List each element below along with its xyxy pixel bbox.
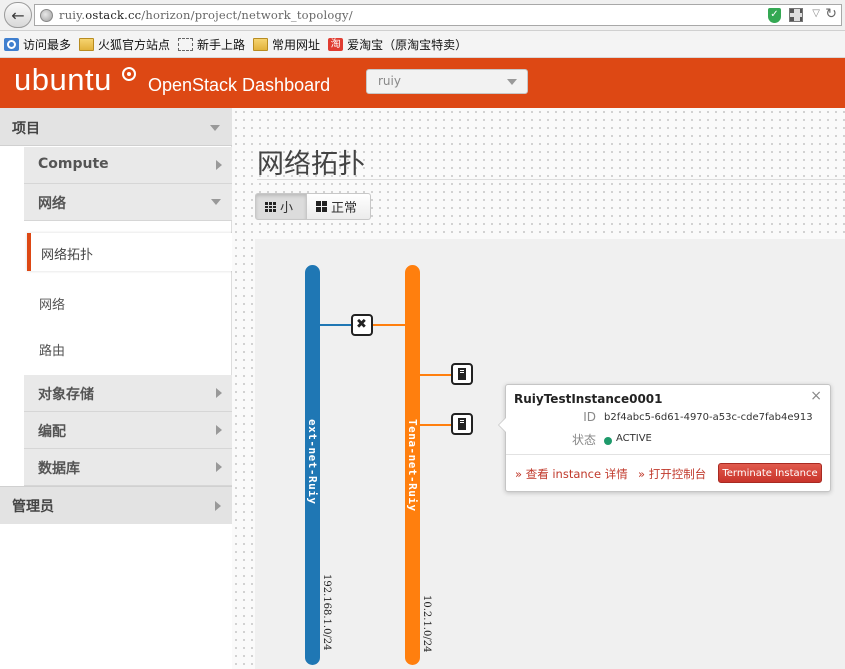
bookmark-taobao[interactable]: 淘 爱淘宝（原淘宝特卖）: [328, 36, 467, 53]
router-link-tenant: [373, 324, 406, 326]
close-icon[interactable]: ×: [810, 388, 822, 404]
taobao-icon: 淘: [328, 37, 344, 51]
server-icon[interactable]: [451, 363, 473, 385]
refresh-icon[interactable]: ↻: [825, 6, 837, 22]
network-cidr-tenant-net: 10.2.1.0/24: [421, 595, 432, 653]
sidebar-link-routers[interactable]: 路由: [39, 340, 65, 359]
page-icon: [178, 37, 194, 51]
chevron-right-icon: [216, 388, 222, 398]
server-icon[interactable]: [451, 413, 473, 435]
back-arrow-icon[interactable]: ←: [4, 2, 32, 28]
ubuntu-logo[interactable]: ubuntu: [14, 62, 112, 98]
app-title: OpenStack Dashboard: [148, 75, 331, 95]
circle-of-friends-icon: [122, 67, 136, 81]
title-divider: [257, 179, 845, 180]
bookmark-most-visited[interactable]: 访问最多: [4, 36, 71, 53]
main-content: 网络拓扑 小 正常 ext-net-Ruiy 192.168.1.0/24 Te…: [232, 108, 845, 669]
magnifier-icon: [4, 37, 19, 51]
sidebar-item-object-store[interactable]: 对象存储: [24, 375, 232, 412]
view-small-button[interactable]: 小: [255, 193, 307, 220]
router-icon[interactable]: ✖: [351, 314, 373, 336]
chevron-right-icon: [216, 425, 222, 435]
instance-link-1: [419, 374, 451, 376]
popup-divider: [506, 454, 830, 455]
status-label: 状态: [571, 433, 596, 447]
chevron-right-icon: [216, 160, 222, 170]
sidebar-panel-admin[interactable]: 管理员: [0, 486, 232, 524]
sidebar-link-networks[interactable]: 网络: [39, 294, 65, 313]
address-bar[interactable]: ruiy.ostack.cc/horizon/project/network_t…: [34, 4, 842, 26]
chevron-right-icon: [215, 501, 221, 511]
sidebar-panel-project[interactable]: 项目: [0, 108, 232, 146]
bookmarks-bar: 访问最多 火狐官方站点 新手上路 常用网址 淘 爱淘宝（原淘宝特卖）: [0, 31, 845, 58]
instance-id: b2f4abc5-6d61-4970-a53c-cde7fab4e913: [604, 412, 813, 423]
instance-detail-popup: RuiyTestInstance0001 × ID b2f4abc5-6d61-…: [498, 384, 831, 492]
view-size-toggle: 小 正常: [255, 193, 371, 220]
dropdown-arrow-icon[interactable]: ▽: [812, 8, 820, 19]
sidebar-item-database[interactable]: 数据库: [24, 449, 232, 486]
view-normal-button[interactable]: 正常: [307, 193, 371, 220]
bookmark-getting-started[interactable]: 新手上路: [178, 36, 245, 53]
instance-name: RuiyTestInstance0001: [514, 392, 663, 406]
terminate-instance-button[interactable]: Terminate Instance: [718, 463, 822, 483]
folder-icon: [79, 37, 95, 51]
qr-code-icon[interactable]: [789, 8, 803, 22]
instance-link-2: [419, 424, 451, 426]
chevron-down-icon: [211, 199, 221, 205]
status-value: ACTIVE: [616, 433, 652, 444]
sidebar-item-compute[interactable]: Compute: [24, 147, 232, 184]
id-label: ID: [583, 410, 596, 424]
network-name-ext-net: ext-net-Ruiy: [306, 419, 319, 505]
popup-pointer: [498, 417, 506, 433]
router-link-ext: [319, 324, 351, 326]
bookmark-firefox-site[interactable]: 火狐官方站点: [79, 36, 170, 53]
sidebar-item-orchestration[interactable]: 编配: [24, 412, 232, 449]
project-select[interactable]: ruiy: [366, 69, 528, 94]
network-name-tenant-net: Tena-net-Ruiy: [406, 419, 419, 512]
url-text: ruiy.ostack.cc/horizon/project/network_t…: [59, 8, 353, 22]
chevron-right-icon: [216, 462, 222, 472]
view-instance-details-link[interactable]: » 查看 instance 详情: [515, 466, 628, 482]
status-dot-icon: [604, 437, 612, 445]
chevron-down-icon: [210, 125, 220, 131]
browser-toolbar: ← ruiy.ostack.cc/horizon/project/network…: [0, 0, 845, 31]
sidebar-item-network[interactable]: 网络: [24, 184, 232, 221]
sidebar: 项目 Compute 网络 网络拓扑 网络 路由 对象存储 编配 数据库 管理员: [0, 108, 237, 524]
folder-icon: [253, 37, 269, 51]
network-topology-canvas: ext-net-Ruiy 192.168.1.0/24 Tena-net-Rui…: [255, 239, 845, 669]
shield-icon[interactable]: ✓: [768, 8, 781, 23]
network-cidr-ext-net: 192.168.1.0/24: [321, 574, 332, 651]
bookmark-common-sites[interactable]: 常用网址: [253, 36, 320, 53]
globe-icon: [40, 9, 53, 22]
open-console-link[interactable]: » 打开控制台: [638, 466, 706, 482]
chevron-down-icon: [507, 79, 517, 85]
large-grid-icon: [316, 201, 327, 212]
app-header: ubuntu OpenStack Dashboard ruiy: [0, 58, 845, 108]
small-grid-icon: [265, 201, 276, 212]
page-title: 网络拓扑: [257, 149, 365, 180]
sidebar-link-network-topology[interactable]: 网络拓扑: [27, 233, 237, 271]
